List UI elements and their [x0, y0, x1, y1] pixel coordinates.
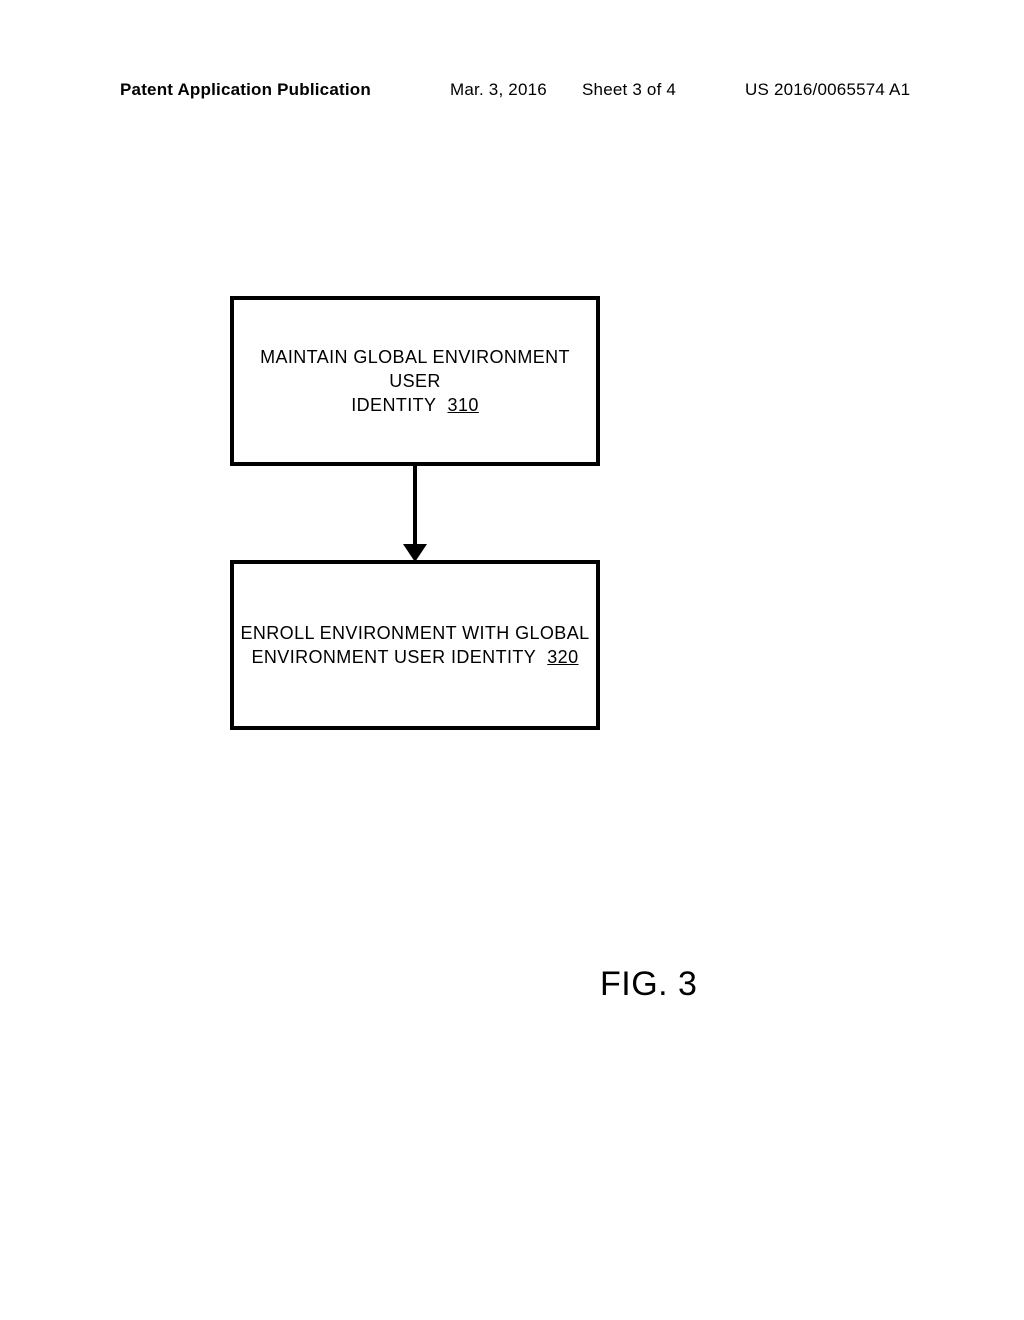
- step-text-line: ENVIRONMENT USER IDENTITY 320: [251, 645, 578, 669]
- step-text-line: ENROLL ENVIRONMENT WITH GLOBAL: [240, 621, 589, 645]
- step-text-line: IDENTITY 310: [351, 393, 479, 417]
- figure-label: FIG. 3: [600, 965, 697, 1004]
- step-text: ENVIRONMENT USER IDENTITY: [251, 647, 535, 667]
- arrow-shaft: [413, 466, 417, 552]
- patent-page: Patent Application Publication Mar. 3, 2…: [0, 0, 1024, 1320]
- step-text-line: MAINTAIN GLOBAL ENVIRONMENT USER: [240, 345, 590, 394]
- step-ref-number: 310: [448, 395, 479, 415]
- flowchart-step-310: MAINTAIN GLOBAL ENVIRONMENT USER IDENTIT…: [230, 296, 600, 466]
- step-ref-number: 320: [547, 647, 578, 667]
- step-text: IDENTITY: [351, 395, 436, 415]
- flowchart-diagram: MAINTAIN GLOBAL ENVIRONMENT USER IDENTIT…: [0, 0, 1024, 1320]
- flowchart-step-320: ENROLL ENVIRONMENT WITH GLOBAL ENVIRONME…: [230, 560, 600, 730]
